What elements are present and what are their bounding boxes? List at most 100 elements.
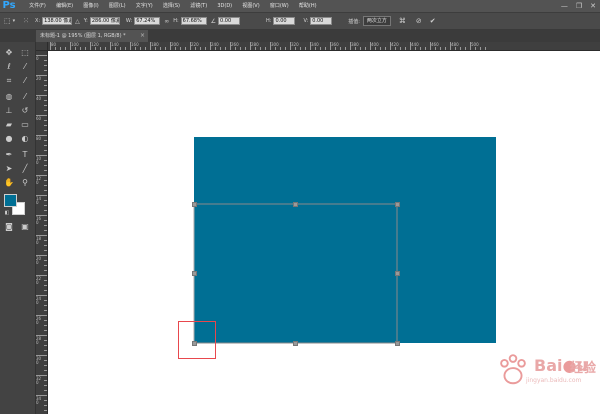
chevron-down-icon[interactable]: ▾	[13, 18, 16, 24]
ruler-left-tick	[44, 120, 47, 121]
angle-field[interactable]: 0.00	[218, 17, 241, 25]
marquee-tool-icon[interactable]: ⬚	[18, 48, 32, 58]
ruler-left-tick	[36, 95, 47, 96]
transform-handle-top-right[interactable]	[395, 202, 400, 207]
options-bar: ⬚ ▾ ⁙ X: 138.00 像素 △ Y: 286.00 像素 W: 67.…	[0, 12, 600, 30]
ps-logo: Ps	[2, 0, 16, 11]
transform-handle-bottom-center[interactable]	[293, 341, 298, 346]
hand-tool-icon[interactable]: ✋	[2, 178, 16, 188]
cancel-transform-icon[interactable]: ⊘	[416, 17, 422, 25]
ruler-left-tick	[44, 170, 47, 171]
interpolation-label: 插值:	[348, 18, 360, 25]
path-selection-icon[interactable]: ➤	[2, 164, 16, 174]
link-icon[interactable]: ∞	[164, 18, 169, 25]
transform-handle-middle-left[interactable]	[192, 271, 197, 276]
menu-image[interactable]: 图像(I)	[78, 0, 104, 12]
hskew-field[interactable]: 0.00	[273, 17, 296, 25]
menu-file[interactable]: 文件(F)	[24, 0, 51, 12]
blur-tool-icon[interactable]: ●	[2, 134, 16, 144]
transform-tool-preset-icon[interactable]: ⬚	[4, 17, 11, 25]
dodge-tool-icon[interactable]: ◐	[18, 134, 32, 144]
vertical-ruler[interactable]: 0 20 40 60 80 100 120 140 160 180 200 220 240 260 280 3…	[36, 51, 48, 414]
relative-position-icon[interactable]: △	[75, 18, 80, 25]
interpolation-select[interactable]: 两次立方	[362, 16, 391, 26]
ruler-left-tick	[36, 255, 47, 256]
menu-filter[interactable]: 滤镜(T)	[185, 0, 212, 12]
commit-transform-icon[interactable]: ✔	[430, 17, 436, 25]
minimize-icon[interactable]: —	[561, 2, 568, 10]
restore-icon[interactable]: ❐	[576, 2, 582, 10]
type-tool-icon[interactable]: T	[18, 150, 32, 160]
ruler-left-tick	[36, 315, 47, 316]
ruler-left-tick	[44, 70, 47, 71]
ruler-top-tick	[140, 47, 141, 50]
ruler-origin[interactable]	[36, 42, 48, 51]
eraser-tool-icon[interactable]: ▰	[2, 120, 16, 130]
w-field[interactable]: 67.24%	[134, 17, 161, 25]
zoom-tool-icon[interactable]: ⚲	[18, 178, 32, 188]
ruler-top-tick	[170, 42, 171, 50]
vskew-field[interactable]: 0.00	[310, 17, 333, 25]
shape-tool-icon[interactable]: ╱	[18, 164, 32, 174]
warp-mode-icon[interactable]: ⌘	[399, 17, 406, 25]
ruler-left-tick	[44, 340, 47, 341]
tab-close-icon[interactable]: ×	[140, 30, 145, 42]
menu-select[interactable]: 选择(S)	[158, 0, 185, 12]
transform-handle-top-left[interactable]	[192, 202, 197, 207]
reference-point-icon[interactable]: ⁙	[23, 17, 29, 25]
ruler-top-tick	[195, 47, 196, 50]
ruler-left-tick	[44, 145, 47, 146]
menu-view[interactable]: 视图(V)	[237, 0, 265, 12]
ruler-left-label: 280	[36, 336, 42, 345]
menu-help[interactable]: 帮助(H)	[294, 0, 322, 12]
magic-wand-icon[interactable]: ⁄	[18, 62, 32, 72]
quick-mask-icon[interactable]: ◙	[2, 222, 16, 232]
menu-window[interactable]: 窗口(W)	[265, 0, 294, 12]
menu-type[interactable]: 文字(Y)	[131, 0, 158, 12]
y-field[interactable]: 286.00 像素	[89, 17, 120, 25]
document-tab[interactable]: 未标题-1 @ 195% (图层 1, RGB/8) * ×	[36, 30, 148, 42]
horizontal-ruler[interactable]: 80 100 120 140 160 180 200 220 240 260 280 300 320 34…	[48, 42, 600, 51]
ruler-top-tick	[380, 47, 381, 50]
ruler-left-tick	[44, 365, 47, 366]
crop-tool-icon[interactable]: ⌗	[2, 76, 16, 86]
ruler-top-tick	[340, 47, 341, 50]
transform-handle-middle-right[interactable]	[395, 271, 400, 276]
gradient-tool-icon[interactable]: ▭	[18, 120, 32, 130]
clone-stamp-icon[interactable]: ⊥	[2, 106, 16, 116]
ruler-left-tick	[36, 155, 47, 156]
ruler-top-tick	[445, 47, 446, 50]
history-brush-icon[interactable]: ↺	[18, 106, 32, 116]
ruler-top-tick	[205, 47, 206, 50]
screen-mode-icon[interactable]: ▣	[18, 222, 32, 232]
ruler-top-tick	[145, 47, 146, 50]
ruler-left-tick	[44, 80, 47, 81]
h-field[interactable]: 67.68%	[180, 17, 207, 25]
ruler-top-tick	[215, 47, 216, 50]
ruler-left-label: 220	[36, 276, 42, 285]
document-tab-bar: 未标题-1 @ 195% (图层 1, RGB/8) * ×	[0, 30, 600, 42]
document-canvas[interactable]: Bai●u 经验 jingyan.baidu.com	[48, 51, 600, 414]
ruler-left-tick	[44, 400, 47, 401]
ruler-top-tick	[465, 47, 466, 50]
ruler-top-tick	[270, 42, 271, 50]
ruler-top-tick	[110, 42, 111, 50]
default-colors-icon[interactable]: ◧	[0, 208, 14, 218]
ruler-top-tick	[325, 47, 326, 50]
x-field[interactable]: 138.00 像素	[42, 17, 73, 25]
menu-edit[interactable]: 编辑(E)	[51, 0, 78, 12]
close-icon[interactable]: ✕	[590, 2, 596, 10]
ruler-top-tick	[50, 42, 51, 50]
transform-handle-top-center[interactable]	[293, 202, 298, 207]
foreground-color-swatch-front[interactable]	[4, 194, 17, 207]
healing-brush-icon[interactable]: ◍	[2, 92, 16, 102]
eyedropper-icon[interactable]: ⁄	[18, 76, 32, 86]
move-tool-icon[interactable]: ✥	[2, 48, 16, 58]
lasso-tool-icon[interactable]: ℓ	[2, 62, 16, 72]
menu-layer[interactable]: 图层(L)	[104, 0, 131, 12]
brush-tool-icon[interactable]: ⁄	[18, 92, 32, 102]
pen-tool-icon[interactable]: ✒	[2, 150, 16, 160]
ruler-left-label: 200	[36, 256, 42, 265]
menu-3d[interactable]: 3D(D)	[212, 0, 237, 12]
transform-handle-bottom-right[interactable]	[395, 341, 400, 346]
